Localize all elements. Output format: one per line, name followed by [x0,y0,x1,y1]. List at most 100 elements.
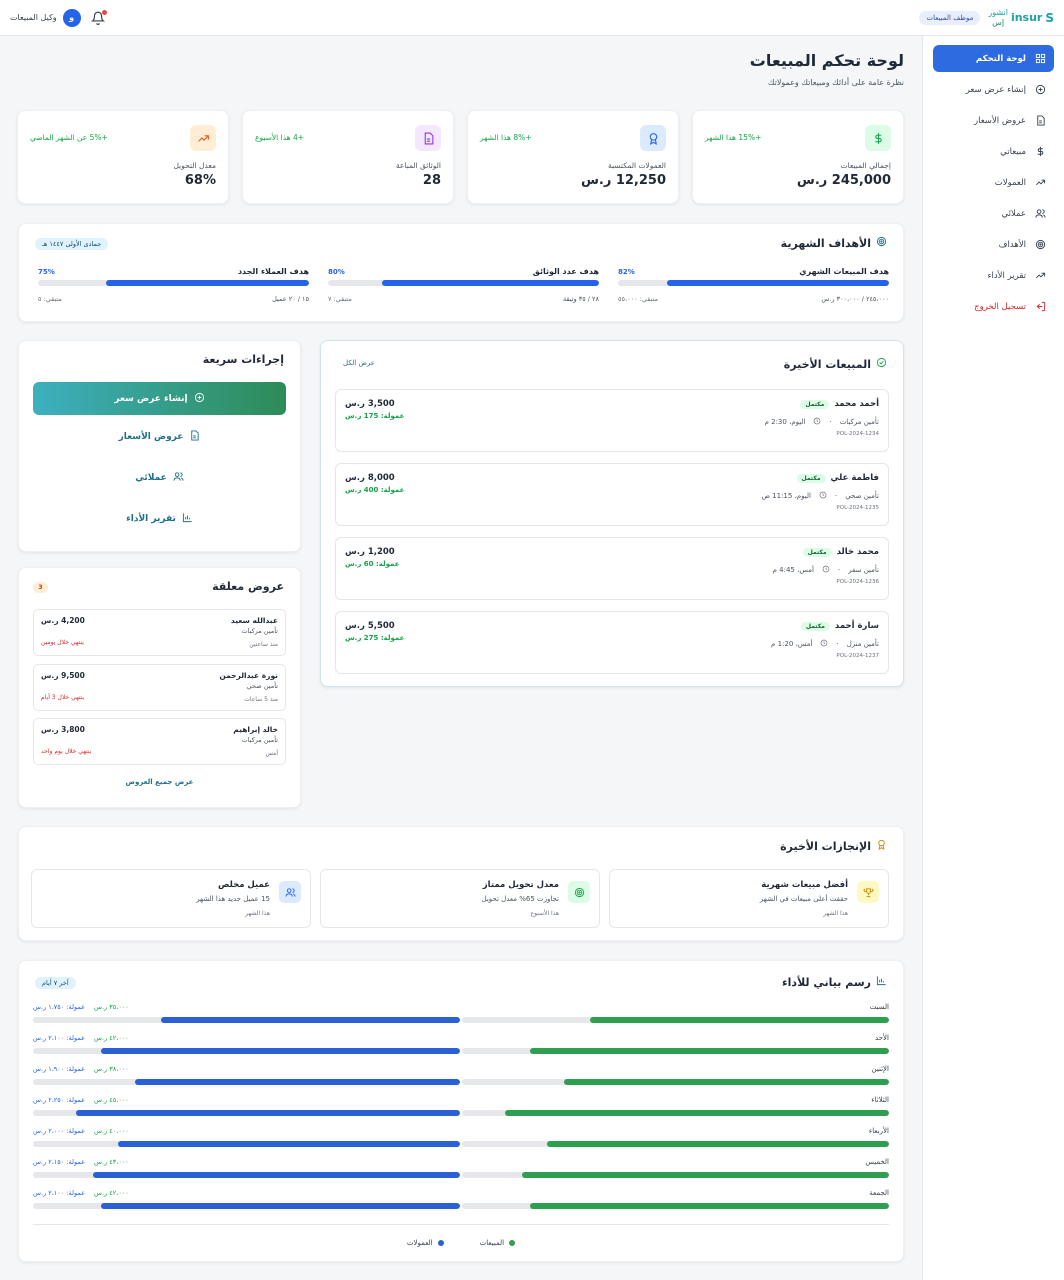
achievement-period: هذا الأسبوع [530,910,560,917]
sales-value-label: ٤٥،٠٠٠ ر.س [94,1096,129,1104]
chart-value-labels: ٤٢،٠٠٠ ر.س عمولة: ٢،١٠٠ ر.س [33,1189,129,1197]
agent-name: وكيل المبيعات [10,13,57,22]
sidebar-item-label: عروض الأسعار [974,115,1026,126]
page-title: لوحة تحكم المبيعات [749,51,904,70]
offer-age: أمس [265,750,278,757]
sales-value-label: ٤٣،٠٠٠ ر.س [94,1158,129,1166]
sale-meta: تأمين صحي · اليوم، 11:15 ص [761,491,879,501]
insurance-type: تأمين سفر [848,566,879,574]
sale-meta: تأمين منزل · أمس، 1:20 م [771,639,879,649]
goal-current: ٢٨ / ٣٥ وثيقة [562,295,599,303]
goal-current: ٢٤٥،٠٠٠ / ٣٠٠،٠٠٠ ر.س [821,295,889,303]
goal-remaining: متبقي: ٥ [38,295,62,303]
trend-up-icon [190,125,216,151]
clock-icon [819,491,827,501]
legend-dot [437,1240,444,1246]
sales-value-label: ٤٢،٠٠٠ ر.س [94,1189,129,1197]
view-all-offers-button[interactable]: عرض جميع العروض [19,778,300,786]
achievement-title: أفضل مبيعات شهرية [761,880,848,890]
target-icon [876,236,887,250]
sale-time: اليوم، 2:30 م [764,418,806,426]
achievement-period: هذا الشهر [245,910,270,917]
offer-age: منذ ساعتين [249,641,278,648]
achievement-item: أفضل مبيعات شهرية حققت أعلى مبيعات في ال… [609,869,889,928]
sale-item[interactable]: أحمد محمد مكتمل تأمين مركبات · اليوم، 2:30 … [335,389,889,452]
achievement-desc: حققت أعلى مبيعات في الشهر [759,895,848,903]
sidebar-item-create-quote[interactable]: إنشاء عرض سعر [933,76,1054,103]
sidebar-item-performance-report[interactable]: تقرير الأداء [933,262,1054,289]
sidebar-item-quotes[interactable]: عروض الأسعار [933,107,1054,134]
user-area: و وكيل المبيعات [10,8,107,27]
sidebar-item-my-sales[interactable]: مبيعاتي [933,138,1054,165]
sales-bar [564,1079,889,1085]
sidebar-item-goals[interactable]: الأهداف [933,231,1054,258]
document-icon [189,430,200,444]
users-icon [279,881,301,903]
sales-bar [547,1141,889,1147]
create-quote-button[interactable]: إنشاء عرض سعر [33,382,286,415]
sale-item[interactable]: سارة أحمد مكتمل تأمين منزل · أمس، 1:20 م PO… [335,611,889,674]
dollar-icon [865,125,891,151]
brand: S insur انشور إس موظف المبيعات [919,8,1054,28]
sale-item[interactable]: محمد خالد مكتمل تأمين سفر · أمس، 4:45 م POL… [335,537,889,600]
section-title: الأهداف الشهرية [781,236,887,250]
client-name: فاطمة علي [830,473,879,483]
chart-row: الخميس ٤٣،٠٠٠ ر.س عمولة: ٢،١٥٠ ر.س [33,1158,889,1182]
trophy-icon [857,881,879,903]
sales-bar [504,1110,889,1116]
plus-circle-icon [194,392,205,406]
chart-value-labels: ٤٢،٠٠٠ ر.س عمولة: ٢،١٠٠ ر.س [33,1034,129,1042]
bar-track [33,1203,460,1209]
sidebar-item-label: مبيعاتي [1000,146,1026,157]
offer-type: تأمين صحي [246,682,278,690]
pending-offer-item[interactable]: خالد إبراهيم تأمين مركبات أمس 3,800 ر.س … [33,718,286,765]
status-badge: مكتمل [800,399,830,409]
pending-offer-item[interactable]: عبدالله سعيد تأمين مركبات منذ ساعتين 4,2… [33,609,286,656]
chart-divider [33,1224,889,1225]
quick-action-quotes[interactable]: عروض الأسعار [33,422,286,452]
chart-legend: المبيعات العمولات [19,1239,903,1247]
logout-button[interactable]: تسجيل الخروج [933,293,1054,320]
sidebar-item-commissions[interactable]: العمولات [933,169,1054,196]
role-badge: موظف المبيعات [919,10,981,25]
bell-icon[interactable] [90,9,107,25]
trend-icon [1034,177,1046,189]
quick-action-performance-report[interactable]: تقرير الأداء [33,504,286,534]
commission-bar [161,1017,460,1023]
user-menu[interactable]: و وكيل المبيعات [10,8,81,27]
goal-label: هدف عدد الوثائق [532,267,599,276]
sale-item[interactable]: فاطمة علي مكتمل تأمين صحي · اليوم، 11:15 ص … [335,463,889,526]
chart-row: الثلاثاء ٤٥،٠٠٠ ر.س عمولة: ٢،٢٥٠ ر.س [33,1096,889,1120]
view-all-sales-button[interactable]: عرض الكل [343,359,375,367]
sales-bar [530,1048,889,1054]
sale-meta: تأمين مركبات · اليوم، 2:30 م [765,417,879,427]
achievement-period: هذا الشهر [823,910,848,917]
commission-value-label: عمولة: ١،٧٥٠ ر.س [33,1003,86,1011]
offer-client: نورة عبدالرحمن [219,671,278,680]
commission-bar [92,1172,460,1178]
goal-current: ١٥ / ٢٠ عميل [272,295,309,303]
quick-action-label: عملائي [135,473,167,483]
stat-delta: +4 هذا الأسبوع [255,133,305,142]
sale-commission: عمولة: 175 ر.س [345,412,405,420]
sidebar-item-my-clients[interactable]: عملائي [933,200,1054,227]
pending-offer-item[interactable]: نورة عبدالرحمن تأمين صحي منذ 5 ساعات 9,5… [33,664,286,711]
chart-category-label: الإثنين [871,1065,889,1073]
quick-action-clients[interactable]: عملائي [33,463,286,493]
chart-value-labels: ٤٣،٠٠٠ ر.س عمولة: ٢،١٥٠ ر.س [33,1158,129,1166]
users-icon [173,471,184,485]
sales-value-label: ٣٨،٠٠٠ ر.س [94,1065,129,1073]
avatar: و [62,8,81,27]
sale-meta: تأمين سفر · أمس، 4:45 م [773,565,879,575]
dollar-icon [1034,146,1046,158]
client-name: أحمد محمد [834,399,879,409]
offer-type: تأمين مركبات [241,736,278,744]
commission-bar [101,1203,460,1209]
sidebar-item-label: إنشاء عرض سعر [965,84,1026,95]
sidebar-item-dashboard[interactable]: لوحة التحكم [933,45,1054,72]
award-icon [640,125,666,151]
status-badge: مكتمل [800,621,830,631]
logo[interactable]: S insur انشور إس [988,8,1054,28]
client-name: محمد خالد [836,547,879,557]
section-title: عروض معلقة [212,580,284,593]
